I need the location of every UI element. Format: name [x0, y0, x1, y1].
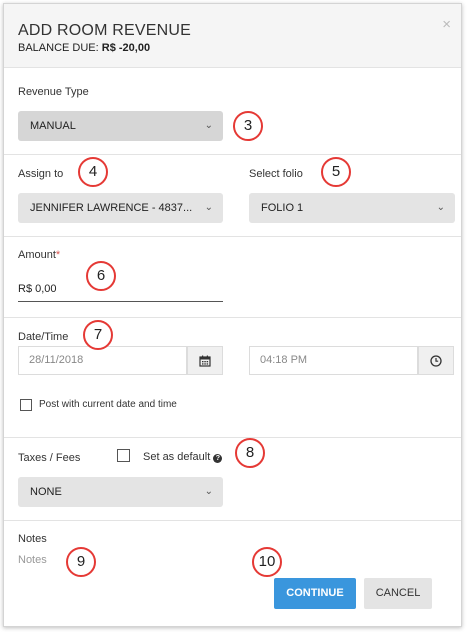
divider	[4, 67, 461, 68]
date-input[interactable]: 28/11/2018	[18, 346, 187, 375]
select-folio-value: FOLIO 1	[261, 202, 304, 214]
callout-badge: 4	[78, 157, 108, 187]
taxes-fees-label: Taxes / Fees	[18, 452, 81, 464]
divider	[4, 317, 461, 318]
select-folio-label: Select folio	[249, 168, 303, 180]
balance-label: BALANCE DUE:	[18, 42, 99, 54]
taxes-fees-select[interactable]: NONE ⌄	[18, 477, 223, 507]
revenue-type-label: Revenue Type	[18, 86, 89, 98]
post-current-label: Post with current date and time	[39, 399, 177, 410]
time-placeholder: 04:18 PM	[260, 354, 308, 366]
callout-badge: 9	[66, 547, 96, 577]
divider	[4, 437, 461, 438]
add-room-revenue-modal: ADD ROOM REVENUE BALANCE DUE: R$ -20,00 …	[3, 3, 462, 627]
chevron-down-icon: ⌄	[436, 202, 445, 213]
chevron-down-icon: ⌄	[204, 486, 213, 497]
post-current-checkbox[interactable]	[20, 399, 32, 411]
callout-badge: 5	[321, 157, 351, 187]
help-icon[interactable]: ?	[213, 454, 223, 463]
set-default-text: Set as default	[143, 451, 211, 463]
required-marker: *	[55, 249, 61, 261]
callout-badge: 3	[233, 111, 263, 141]
assign-to-value: JENNIFER LAWRENCE - 4837...	[30, 202, 193, 214]
callout-badge: 7	[83, 320, 113, 350]
balance-value: R$ -20,00	[101, 42, 151, 54]
revenue-type-value: MANUAL	[30, 120, 76, 132]
datetime-label: Date/Time	[18, 331, 69, 343]
modal-title: ADD ROOM REVENUE	[18, 22, 191, 39]
callout-badge: 8	[235, 438, 265, 468]
callout-badge: 10	[252, 547, 282, 577]
continue-button[interactable]: CONTINUE	[274, 578, 356, 609]
set-default-label: Set as default ?	[143, 451, 223, 463]
taxes-fees-value: NONE	[30, 486, 62, 498]
calendar-button[interactable]	[187, 346, 223, 375]
balance-due: BALANCE DUE: R$ -20,00	[18, 42, 150, 54]
clock-button[interactable]	[418, 346, 454, 375]
amount-label-text: Amount	[18, 249, 56, 261]
notes-input[interactable]: Notes	[18, 554, 47, 566]
callout-badge: 6	[86, 261, 116, 291]
divider	[4, 236, 461, 237]
divider	[4, 154, 461, 155]
assign-to-select[interactable]: JENNIFER LAWRENCE - 4837... ⌄	[18, 193, 223, 223]
modal-header: ADD ROOM REVENUE BALANCE DUE: R$ -20,00 …	[4, 4, 461, 67]
date-placeholder: 28/11/2018	[29, 354, 84, 366]
clock-icon	[430, 355, 442, 367]
chevron-down-icon: ⌄	[204, 120, 213, 131]
set-default-checkbox[interactable]	[117, 449, 130, 462]
amount-value: R$ 0,00	[18, 283, 57, 295]
assign-to-label: Assign to	[18, 168, 64, 180]
amount-label: Amount*	[18, 249, 60, 261]
cancel-button[interactable]: CANCEL	[364, 578, 432, 609]
notes-label: Notes	[18, 533, 47, 545]
amount-input[interactable]: R$ 0,00	[18, 277, 223, 302]
chevron-down-icon: ⌄	[204, 202, 213, 213]
divider	[4, 520, 461, 521]
revenue-type-select[interactable]: MANUAL ⌄	[18, 111, 223, 141]
calendar-icon	[199, 355, 211, 367]
select-folio-select[interactable]: FOLIO 1 ⌄	[249, 193, 455, 223]
close-icon[interactable]: ×	[442, 16, 451, 33]
time-input[interactable]: 04:18 PM	[249, 346, 418, 375]
